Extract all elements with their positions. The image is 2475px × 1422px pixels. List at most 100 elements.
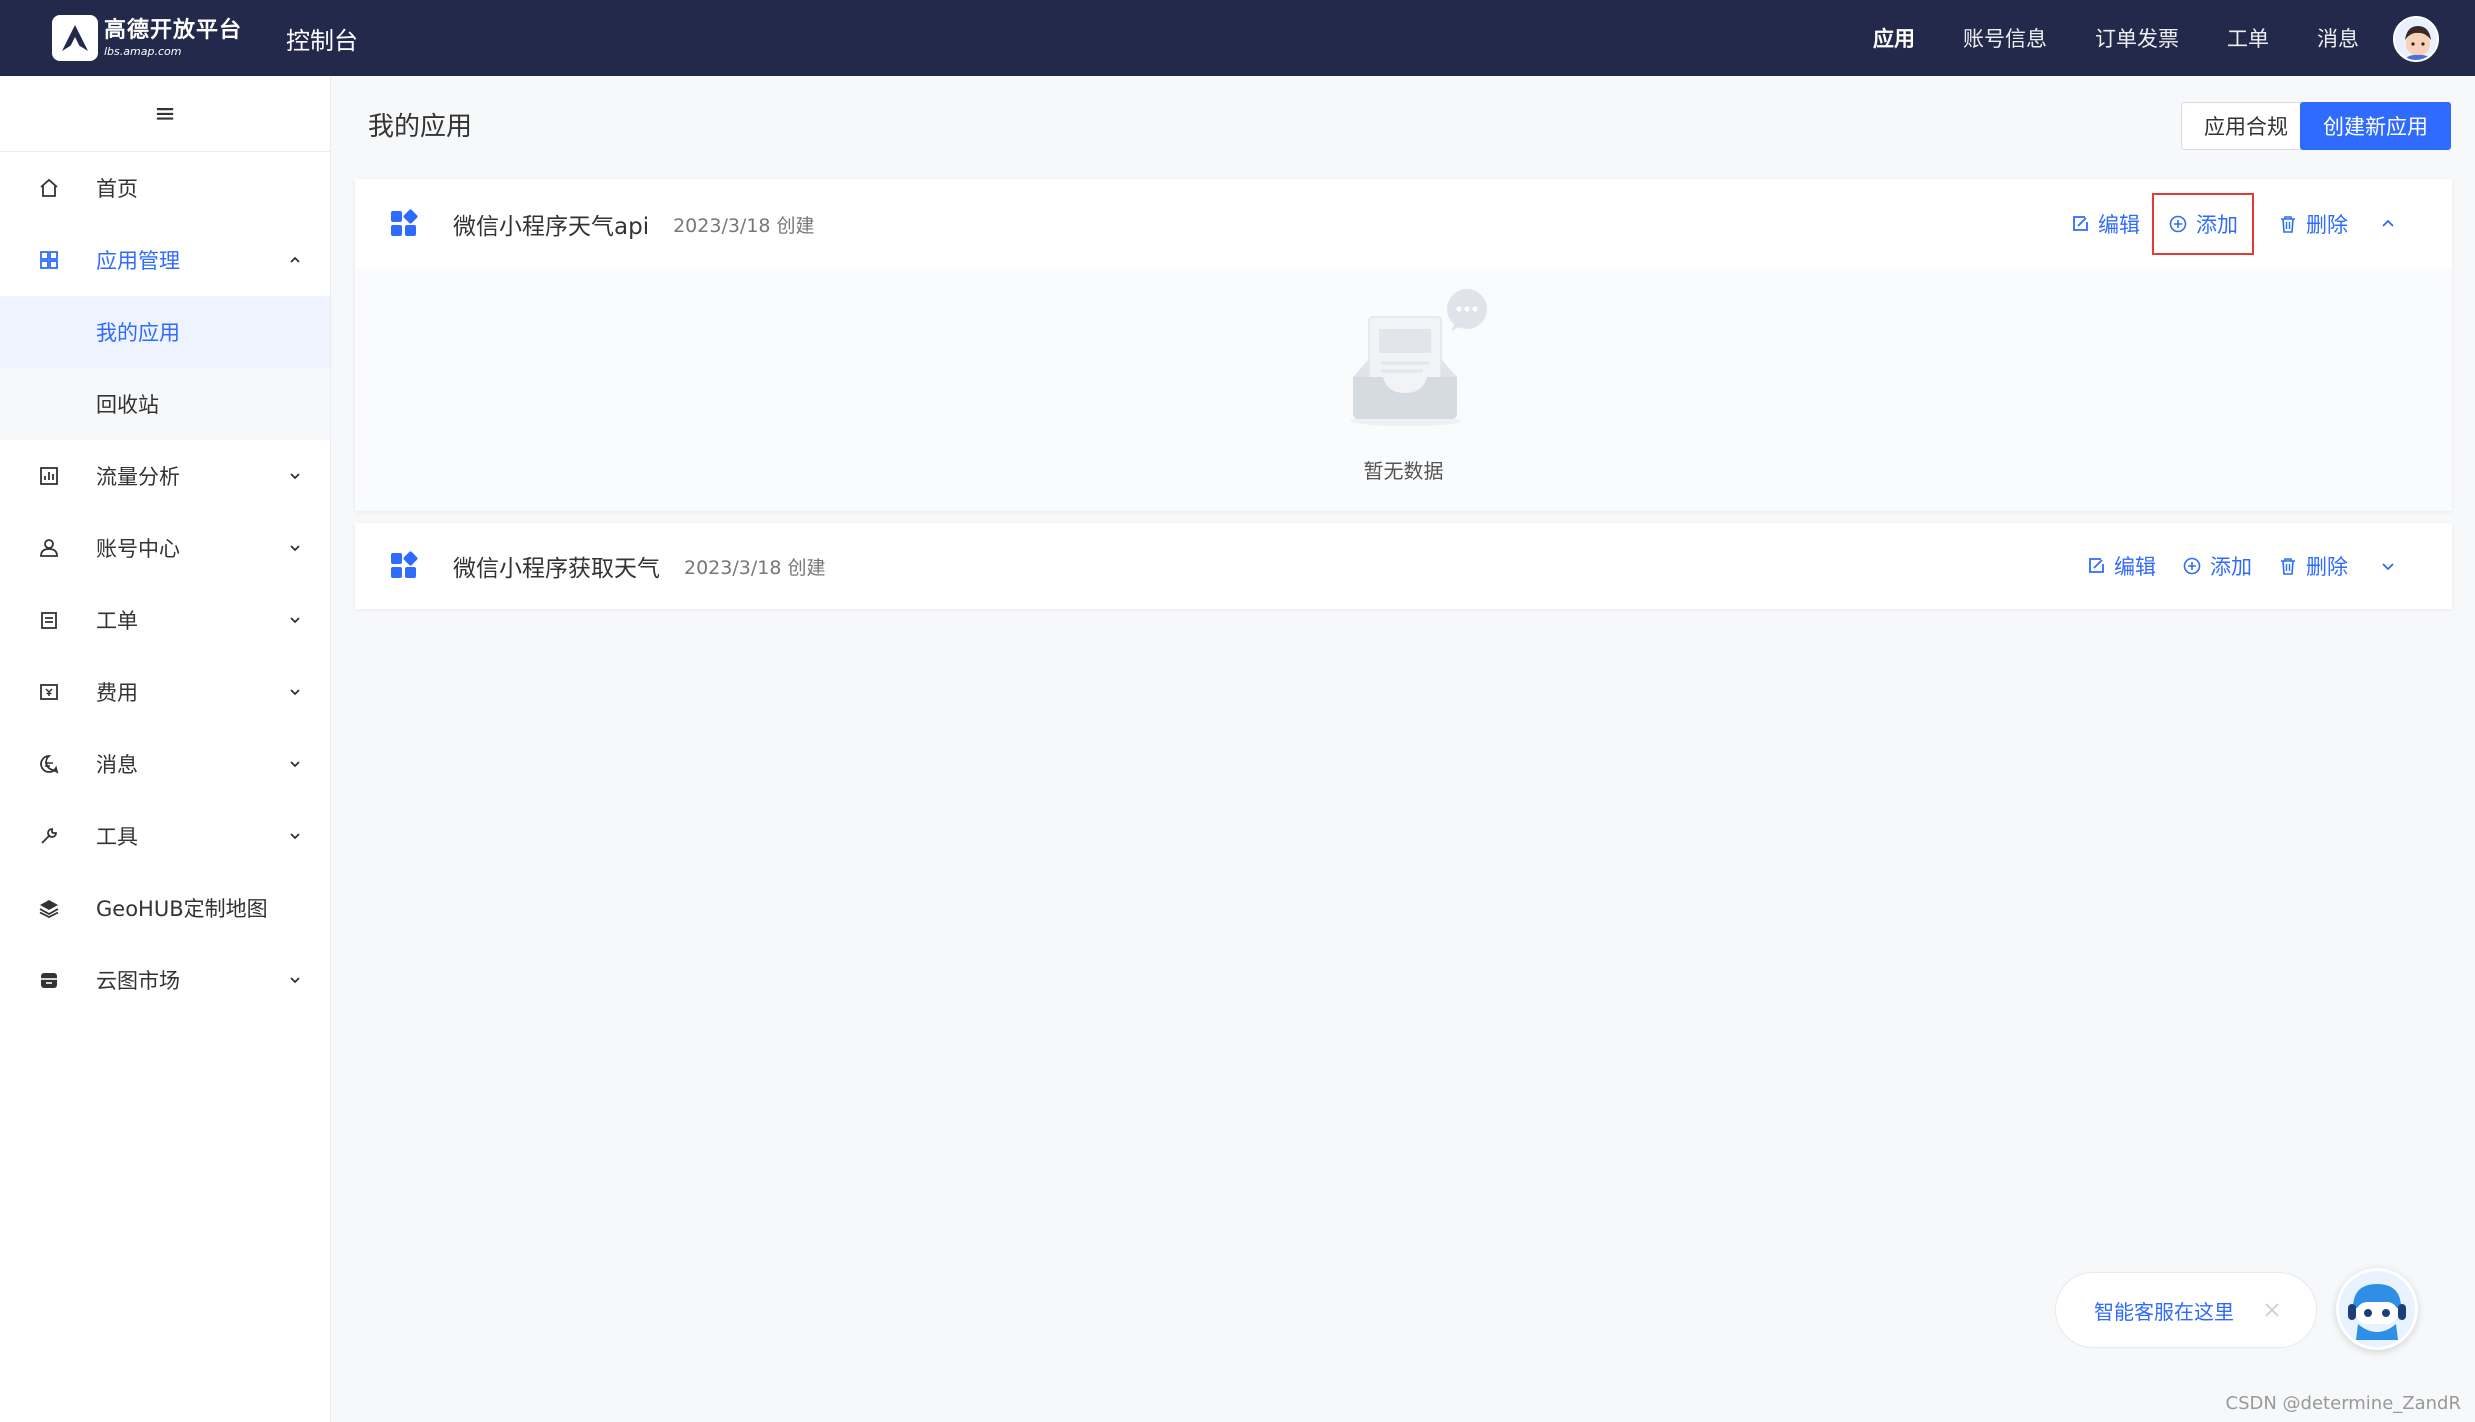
app-grid-icon <box>391 550 419 579</box>
sidebar-item-label: 工单 <box>96 609 138 633</box>
user-icon <box>36 535 62 561</box>
sidebar-menu: 首页 应用管理 我的应用 回收站 流量分析 账号中心 工单 费用 消息 工具 G… <box>0 152 330 1016</box>
top-nav: 应用 账号信息 订单发票 工单 消息 <box>1825 0 2359 76</box>
empty-inbox-icon <box>1350 289 1487 426</box>
app-card-actions: 编辑 添加 删除 <box>2044 179 2398 269</box>
chevron-down-icon <box>290 689 300 696</box>
logo-mark-icon <box>52 15 98 61</box>
chevron-down-icon <box>290 761 300 768</box>
sidebar-item-label: 流量分析 <box>96 465 180 489</box>
bill-icon <box>36 679 62 705</box>
app-name: 微信小程序获取天气 <box>453 556 660 582</box>
edit-button[interactable]: 编辑 <box>2086 545 2156 587</box>
sidebar-item-label: 我的应用 <box>96 321 180 345</box>
expand-toggle[interactable] <box>2378 556 2398 576</box>
sidebar-item-label: 费用 <box>96 681 138 705</box>
trash-icon <box>2281 216 2295 233</box>
sidebar-item-home[interactable]: 首页 <box>0 152 330 224</box>
app-grid-icon <box>391 208 419 237</box>
delete-button[interactable]: 删除 <box>2278 545 2348 587</box>
smart-service-pill[interactable]: 智能客服在这里 <box>2055 1272 2317 1348</box>
chart-icon <box>36 463 62 489</box>
chevron-up-icon <box>2382 219 2394 227</box>
sidebar-item-recycle-bin[interactable]: 回收站 <box>0 368 330 440</box>
create-app-button[interactable]: 创建新应用 <box>2300 102 2451 150</box>
edit-icon <box>2073 216 2088 231</box>
user-avatar[interactable] <box>2393 16 2439 62</box>
clipboard-icon <box>36 607 62 633</box>
avatar-face-icon <box>2404 26 2432 60</box>
add-label: 添加 <box>2210 555 2252 579</box>
app-card-header[interactable]: 微信小程序天气api 2023/3/18 创建 编辑 添加 删除 <box>355 179 2452 269</box>
app-compliance-button[interactable]: 应用合规 <box>2181 102 2311 150</box>
logo-text-cn: 高德开放平台 <box>104 17 243 43</box>
app-card-header[interactable]: 微信小程序获取天气 2023/3/18 创建 编辑 添加 删除 <box>355 523 2452 609</box>
sidebar-item-label: 云图市场 <box>96 969 180 993</box>
chevron-down-icon <box>290 617 300 624</box>
app-card-actions: 编辑 添加 删除 <box>2060 523 2398 609</box>
top-nav-orders-invoices[interactable]: 订单发票 <box>2095 23 2179 53</box>
amap-logo[interactable]: 高德开放平台 lbs.amap.com <box>52 15 242 61</box>
edit-label: 编辑 <box>2098 213 2140 237</box>
add-label: 添加 <box>2196 213 2238 237</box>
close-icon[interactable] <box>2262 1300 2282 1320</box>
chevron-down-icon <box>290 977 300 984</box>
smart-service-label: 智能客服在这里 <box>2094 1299 2234 1324</box>
top-nav-account-info[interactable]: 账号信息 <box>1963 23 2047 53</box>
edit-icon <box>2089 558 2104 573</box>
sidebar-item-label: 回收站 <box>96 393 159 417</box>
sidebar-item-cloud-market[interactable]: 云图市场 <box>0 944 330 1016</box>
sidebar-item-label: 账号中心 <box>96 537 180 561</box>
service-bot-avatar[interactable] <box>2336 1268 2418 1350</box>
grid-icon <box>36 247 62 273</box>
collapse-toggle[interactable] <box>2378 214 2398 234</box>
layers-icon <box>36 895 62 921</box>
top-nav-tickets[interactable]: 工单 <box>2227 23 2269 53</box>
sidebar-item-geohub[interactable]: GeoHUB定制地图 <box>0 872 330 944</box>
app-card-body: 暂无数据 <box>355 269 2452 511</box>
edit-button[interactable]: 编辑 <box>2070 203 2140 245</box>
chevron-up-icon <box>290 256 300 263</box>
sidebar-item-label: 应用管理 <box>96 249 180 273</box>
plus-circle-icon <box>2169 215 2187 233</box>
home-icon <box>36 175 62 201</box>
sidebar-item-account-center[interactable]: 账号中心 <box>0 512 330 584</box>
top-nav-apps[interactable]: 应用 <box>1873 23 1915 53</box>
add-button[interactable]: 添加 <box>2182 545 2252 587</box>
sidebar-item-label: 工具 <box>96 825 138 849</box>
sidebar-item-tickets[interactable]: 工单 <box>0 584 330 656</box>
store-icon <box>36 967 62 993</box>
add-button[interactable]: 添加 <box>2152 193 2254 255</box>
app-card: 微信小程序天气api 2023/3/18 创建 编辑 添加 删除 暂无数据 <box>355 179 2452 511</box>
page-title: 我的应用 <box>368 112 473 142</box>
console-title: 控制台 <box>286 26 358 55</box>
delete-label: 删除 <box>2306 555 2348 579</box>
top-nav-messages[interactable]: 消息 <box>2317 23 2359 53</box>
sidebar-item-tools[interactable]: 工具 <box>0 800 330 872</box>
sidebar-item-fees[interactable]: 费用 <box>0 656 330 728</box>
sidebar-collapse-toggle[interactable]: ≡ <box>0 76 330 152</box>
app-name: 微信小程序天气api <box>453 214 650 240</box>
sidebar-item-traffic-analysis[interactable]: 流量分析 <box>0 440 330 512</box>
top-bar: 高德开放平台 lbs.amap.com 控制台 应用 账号信息 订单发票 工单 … <box>0 0 2475 76</box>
app-card: 微信小程序获取天气 2023/3/18 创建 编辑 添加 删除 <box>355 523 2452 609</box>
chevron-down-icon <box>290 833 300 840</box>
csdn-watermark: CSDN @determine_ZandR <box>2225 1393 2461 1414</box>
robot-assistant-icon <box>2339 1271 2415 1347</box>
chevron-down-icon <box>290 473 300 480</box>
hamburger-icon: ≡ <box>154 98 176 129</box>
sidebar-item-my-apps[interactable]: 我的应用 <box>0 296 330 368</box>
sidebar-item-label: 首页 <box>96 177 138 201</box>
delete-label: 删除 <box>2306 213 2348 237</box>
main-content: 我的应用 应用合规 创建新应用 微信小程序天气api 2023/3/18 创建 … <box>331 76 2475 1422</box>
message-icon <box>36 751 62 777</box>
sidebar-item-label: 消息 <box>96 753 138 777</box>
logo-text-en: lbs.amap.com <box>104 44 182 58</box>
chevron-down-icon <box>290 545 300 552</box>
sidebar-item-messages[interactable]: 消息 <box>0 728 330 800</box>
sidebar-item-label: GeoHUB定制地图 <box>96 897 268 921</box>
delete-button[interactable]: 删除 <box>2278 203 2348 245</box>
sidebar: ≡ 首页 应用管理 我的应用 回收站 流量分析 账号中心 工单 费用 消息 工具… <box>0 76 331 1422</box>
sidebar-item-app-management[interactable]: 应用管理 <box>0 224 330 296</box>
trash-icon <box>2281 558 2295 575</box>
